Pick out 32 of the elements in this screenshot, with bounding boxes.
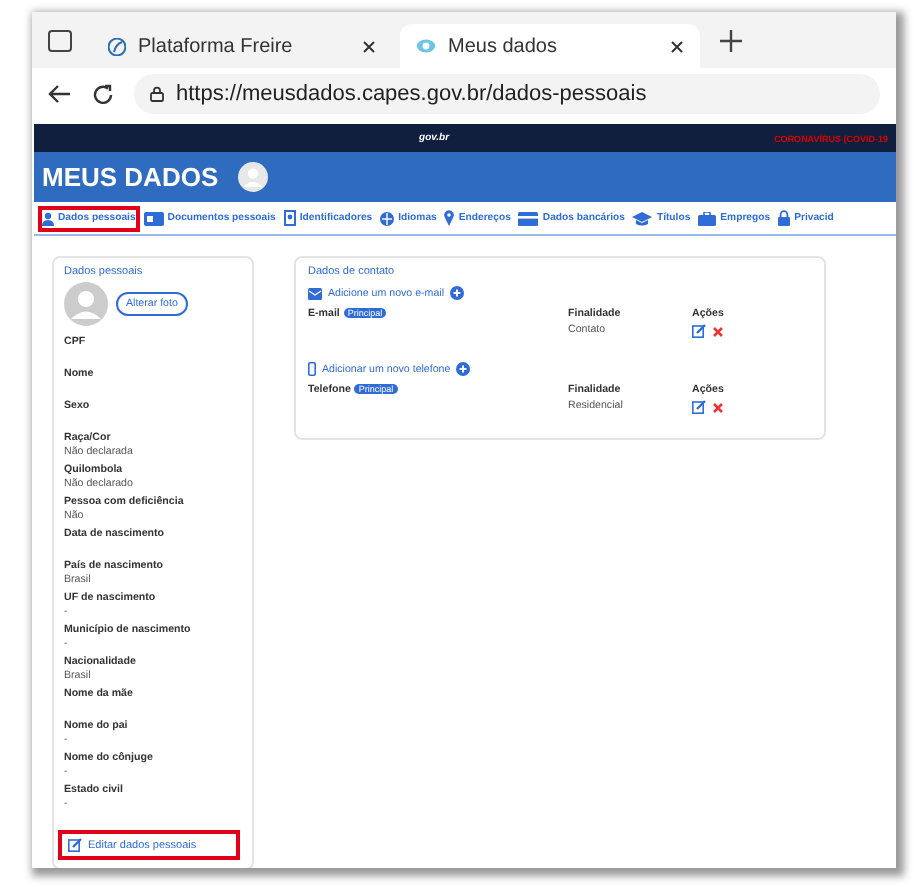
lock-icon [778,210,791,226]
credit-card-icon [518,211,539,225]
eye-icon [416,38,436,54]
envelope-icon [308,287,322,299]
new-tab-icon[interactable] [720,29,742,51]
pin-icon [444,210,455,226]
edit-icon [68,838,82,852]
briefcase-icon [698,211,717,225]
graduation-cap-icon [632,211,653,225]
close-icon[interactable] [362,39,376,53]
back-icon[interactable] [48,84,72,104]
add-icon[interactable] [456,362,471,376]
add-icon[interactable] [450,286,464,300]
site-title: MEUS DADOS [42,162,219,192]
edit-icon[interactable] [692,400,706,414]
close-icon[interactable] [670,39,684,53]
logo-icon [108,37,126,55]
edit-icon[interactable] [692,324,706,338]
badge-icon [283,210,296,226]
address-bar[interactable]: https://meusdados.capes.gov.br/dados-pessoais [134,74,880,114]
window-icon[interactable] [48,29,72,51]
delete-icon[interactable] [712,401,724,413]
reload-icon[interactable] [92,83,114,105]
browser-tab[interactable]: Plataforma Freire [92,24,392,68]
id-card-icon [143,211,164,225]
avatar-icon[interactable] [238,162,269,192]
browser-tab[interactable]: Meus dados [400,24,700,68]
person-icon [42,211,54,225]
phone-icon [308,362,316,376]
delete-icon[interactable] [712,325,724,337]
lock-icon [150,86,164,102]
avatar-icon [64,282,108,326]
